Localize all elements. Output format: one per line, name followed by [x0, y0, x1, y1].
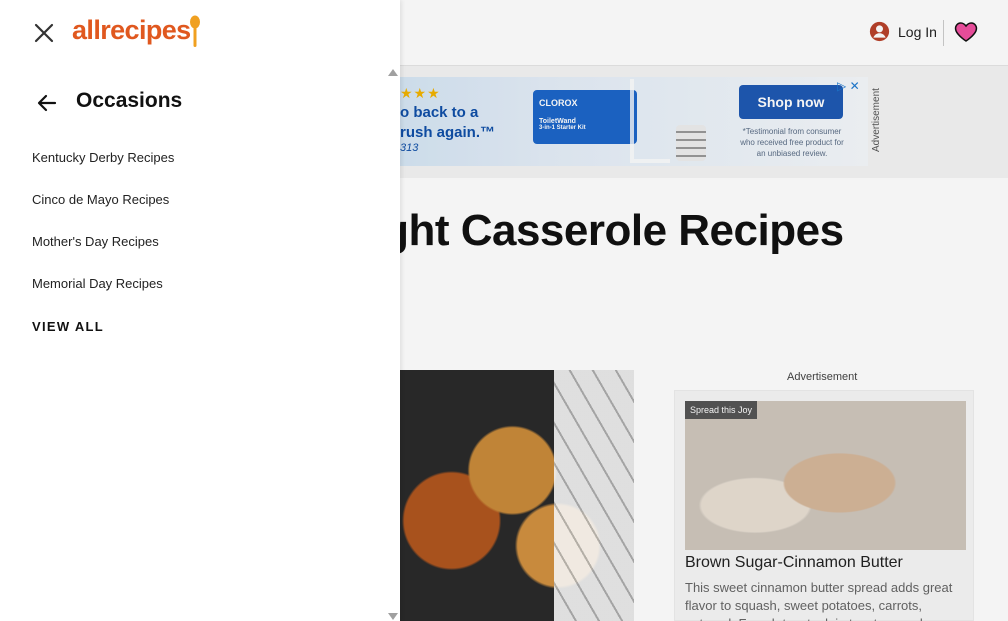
- section-title: Occasions: [76, 89, 183, 112]
- allrecipes-logo[interactable]: allrecipes: [72, 15, 191, 46]
- occasions-menu: Kentucky Derby Recipes Cinco de Mayo Rec…: [32, 150, 174, 318]
- view-all-link[interactable]: VIEW ALL: [32, 319, 104, 334]
- spoon-icon: [190, 15, 200, 47]
- arrow-left-icon[interactable]: [36, 92, 58, 114]
- drawer-scrollbar[interactable]: [386, 66, 400, 621]
- menu-item-kentucky-derby[interactable]: Kentucky Derby Recipes: [32, 150, 174, 192]
- scroll-down-arrow-icon[interactable]: [388, 613, 398, 620]
- close-icon[interactable]: [33, 22, 55, 44]
- scroll-up-arrow-icon[interactable]: [388, 69, 398, 76]
- menu-item-cinco-de-mayo[interactable]: Cinco de Mayo Recipes: [32, 192, 174, 234]
- menu-item-mothers-day[interactable]: Mother's Day Recipes: [32, 234, 174, 276]
- menu-item-memorial-day[interactable]: Memorial Day Recipes: [32, 276, 174, 318]
- nav-drawer: allrecipes Occasions Kentucky Derby Reci…: [0, 0, 400, 621]
